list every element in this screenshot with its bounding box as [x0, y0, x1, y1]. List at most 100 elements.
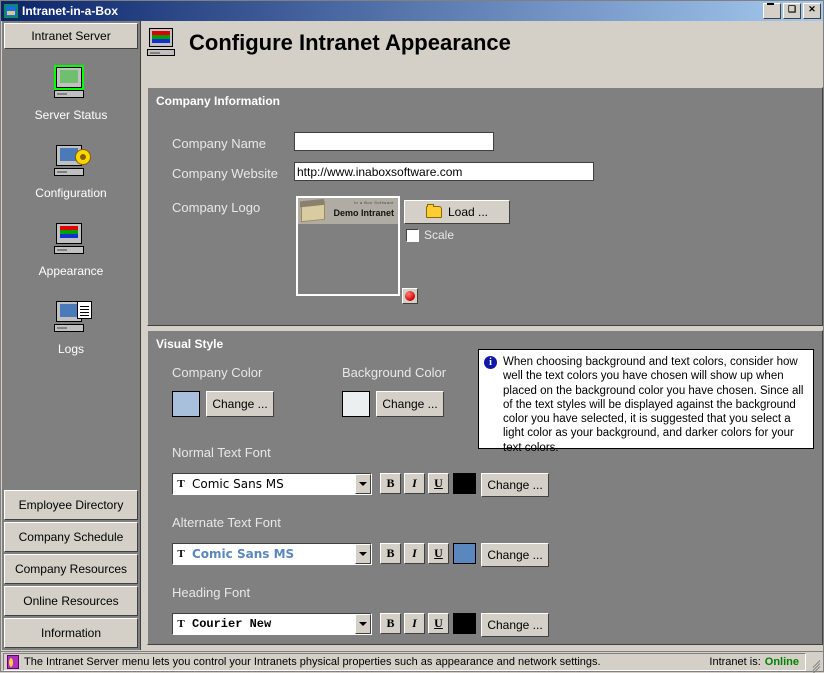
status-message-panel: The Intranet Server menu lets you contro… [3, 652, 806, 671]
normal-font-underline-button[interactable]: U [428, 473, 449, 494]
chevron-down-icon[interactable] [355, 474, 371, 494]
company-logo-label: Company Logo [172, 200, 261, 215]
sidebar-button-online-resources[interactable]: Online Resources [4, 586, 138, 616]
normal-font-bold-button[interactable]: B [380, 473, 401, 494]
truetype-icon: T [177, 548, 185, 560]
configuration-icon [52, 143, 91, 181]
heading-font-change-button[interactable]: Change ... [481, 613, 549, 637]
application-window: Intranet-in-a-Box ❑ ✕ Intranet Server Se… [0, 0, 824, 673]
box-illustration-icon [301, 200, 325, 223]
sidebar-nav: Server Status Configuration Appearance L… [2, 49, 140, 488]
heading-font-color-swatch[interactable] [453, 613, 476, 634]
heading-font-underline-button[interactable]: U [428, 613, 449, 634]
alternate-font-value: Comic Sans MS [192, 547, 295, 561]
group-title: Visual Style [156, 337, 224, 351]
logs-icon [52, 299, 92, 337]
app-icon [4, 4, 18, 18]
background-color-label: Background Color [342, 365, 447, 380]
monitor-rgb-icon [147, 28, 179, 58]
alternate-font-color-swatch[interactable] [453, 543, 476, 564]
server-status-icon [52, 65, 90, 103]
company-website-label: Company Website [172, 166, 278, 181]
status-bar: The Intranet Server menu lets you contro… [1, 651, 823, 673]
normal-text-font-label: Normal Text Font [172, 445, 271, 460]
scale-checkbox-row[interactable]: Scale [406, 228, 454, 242]
info-icon: i [484, 356, 497, 369]
scale-checkbox-label: Scale [424, 228, 455, 242]
truetype-icon: T [177, 478, 185, 490]
close-icon: ✕ [808, 4, 816, 14]
sidebar-button-employee-directory[interactable]: Employee Directory [4, 490, 138, 520]
status-right: Intranet is: Online [709, 656, 805, 668]
alternate-font-underline-button[interactable]: U [428, 543, 449, 564]
alternate-text-font-label: Alternate Text Font [172, 515, 281, 530]
chevron-down-icon[interactable] [355, 544, 371, 564]
truetype-icon: T [177, 618, 185, 630]
close-button[interactable]: ✕ [803, 3, 821, 19]
window-body: Intranet Server Server Status Configurat… [1, 21, 823, 650]
company-logo-preview[interactable]: In a Box Software Demo Intranet [296, 196, 400, 296]
sidebar-button-company-schedule[interactable]: Company Schedule [4, 522, 138, 552]
heading-font-combobox[interactable]: T Courier New [172, 613, 372, 635]
company-color-change-button[interactable]: Change ... [206, 391, 274, 417]
heading-font-label: Heading Font [172, 585, 251, 600]
sidebar-item-label: Logs [57, 342, 85, 356]
sidebar-item-label: Configuration [35, 186, 107, 200]
background-color-change-button[interactable]: Change ... [376, 391, 444, 417]
clear-logo-button[interactable] [402, 288, 418, 304]
load-button-label: Load ... [447, 205, 489, 219]
page-title: Configure Intranet Appearance [189, 30, 511, 55]
folder-icon [425, 204, 442, 218]
sidebar-item-appearance[interactable]: Appearance [2, 221, 140, 278]
sidebar-item-configuration[interactable]: Configuration [2, 143, 140, 200]
info-tip-box: i When choosing background and text colo… [478, 349, 814, 454]
document-icon [77, 301, 92, 319]
company-website-input[interactable] [294, 162, 594, 181]
status-right-value: Online [764, 655, 799, 668]
window-title: Intranet-in-a-Box [22, 4, 118, 18]
alternate-font-change-button[interactable]: Change ... [481, 543, 549, 567]
title-bar: Intranet-in-a-Box ❑ ✕ [1, 1, 823, 21]
sidebar-button-information[interactable]: Information [4, 618, 138, 648]
load-logo-button[interactable]: Load ... [404, 200, 510, 224]
heading-font-bold-button[interactable]: B [380, 613, 401, 634]
sidebar-item-server-status[interactable]: Server Status [2, 65, 140, 122]
book-icon [7, 654, 19, 669]
heading-font-italic-button[interactable]: I [404, 613, 425, 634]
alternate-font-bold-button[interactable]: B [380, 543, 401, 564]
normal-font-change-button[interactable]: Change ... [481, 473, 549, 497]
heading-font-value: Courier New [192, 617, 272, 631]
normal-font-value: Comic Sans MS [192, 477, 284, 491]
company-color-label: Company Color [172, 365, 263, 380]
sidebar-button-company-resources[interactable]: Company Resources [4, 554, 138, 584]
company-name-input[interactable] [294, 132, 494, 151]
logo-image: In a Box Software Demo Intranet [298, 198, 398, 224]
page-header: Configure Intranet Appearance [141, 21, 823, 65]
appearance-icon [52, 221, 90, 259]
normal-font-combobox[interactable]: T Comic Sans MS [172, 473, 372, 495]
normal-font-color-swatch[interactable] [453, 473, 476, 494]
alternate-font-combobox[interactable]: T Comic Sans MS [172, 543, 372, 565]
sidebar-tab-intranet-server[interactable]: Intranet Server [4, 23, 138, 49]
minimize-button[interactable] [763, 3, 781, 19]
gear-icon [75, 149, 91, 165]
group-title: Company Information [156, 94, 281, 108]
sidebar-item-label: Appearance [38, 264, 104, 278]
scale-checkbox[interactable] [406, 228, 419, 242]
maximize-icon: ❑ [787, 4, 797, 14]
background-color-swatch[interactable] [342, 391, 370, 417]
sidebar-item-logs[interactable]: Logs [2, 299, 140, 356]
status-right-label: Intranet is: [709, 655, 761, 668]
window-controls: ❑ ✕ [763, 3, 821, 19]
normal-font-italic-button[interactable]: I [404, 473, 425, 494]
company-name-label: Company Name [172, 136, 266, 151]
logo-caption-small: In a Box Software [353, 200, 394, 205]
company-color-swatch[interactable] [172, 391, 200, 417]
visual-style-group: Visual Style Company Color Change ... Ba… [147, 330, 823, 645]
maximize-button[interactable]: ❑ [783, 3, 801, 19]
chevron-down-icon[interactable] [355, 614, 371, 634]
resize-grip[interactable] [806, 655, 821, 673]
alternate-font-italic-button[interactable]: I [404, 543, 425, 564]
company-information-group: Company Information Company Name Company… [147, 87, 823, 326]
sidebar-bottom-buttons: Employee Directory Company Schedule Comp… [2, 488, 140, 650]
